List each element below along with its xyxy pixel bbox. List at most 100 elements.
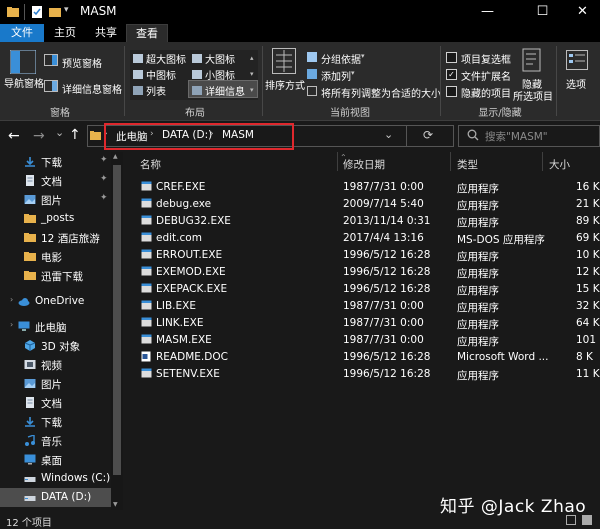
sidebar-item-下载[interactable]: 下载 xyxy=(0,412,123,431)
properties-icon[interactable] xyxy=(30,5,44,19)
add-columns-button[interactable]: 添加列 xyxy=(321,68,351,83)
sidebar-item-迅雷下载[interactable]: 迅雷下载 xyxy=(0,266,123,285)
quick-access-dropdown-icon[interactable]: ▾ xyxy=(64,5,69,15)
table-row[interactable]: edit.com 2017/4/4 13:16 MS-DOS 应用程序 69 K xyxy=(123,230,600,247)
sidebar-item-windows-c-[interactable]: Windows (C:) xyxy=(0,469,123,488)
sidebar-item-文档[interactable]: 文档 ✦ xyxy=(0,171,123,190)
tab-view[interactable]: 查看 xyxy=(126,24,168,42)
item-checkboxes-checkbox[interactable] xyxy=(446,52,457,63)
sidebar-item-桌面[interactable]: 桌面 xyxy=(0,450,123,469)
up-icon[interactable]: ↑ xyxy=(69,127,81,143)
table-row[interactable]: SETENV.EXE 1996/5/12 16:28 应用程序 11 K xyxy=(123,366,600,383)
table-row[interactable]: EXEMOD.EXE 1996/5/12 16:28 应用程序 12 K xyxy=(123,264,600,281)
recent-locations-icon[interactable]: ⌄ xyxy=(55,126,64,139)
application-icon xyxy=(141,215,152,225)
sidebar-item-下载[interactable]: 下载 ✦ xyxy=(0,152,123,171)
table-row[interactable]: EXEPACK.EXE 1996/5/12 16:28 应用程序 15 K xyxy=(123,281,600,298)
sidebar-item-data-d-[interactable]: DATA (D:) xyxy=(0,488,123,507)
file-extensions-checkbox[interactable]: ✓ xyxy=(446,69,457,80)
column-header-type[interactable]: 类型 xyxy=(457,157,478,172)
preview-pane-button[interactable]: 预览窗格 xyxy=(62,55,102,70)
sidebar-item--posts[interactable]: _posts xyxy=(0,209,123,228)
add-columns-dropdown-icon[interactable]: ▾ xyxy=(351,69,355,77)
folder-icon[interactable] xyxy=(6,5,20,19)
sidebar-item-文档[interactable]: 文档 xyxy=(0,393,123,412)
scroll-down-icon[interactable]: ▼ xyxy=(113,501,118,508)
search-box[interactable]: 搜索"MASM" xyxy=(458,125,600,147)
tab-home[interactable]: 主页 xyxy=(46,24,84,42)
file-name: LINK.EXE xyxy=(156,317,204,329)
table-row[interactable]: CREF.EXE 1987/7/31 0:00 应用程序 16 K xyxy=(123,179,600,196)
refresh-icon[interactable]: ⟳ xyxy=(423,128,433,142)
column-header-size[interactable]: 大小 xyxy=(549,157,570,172)
table-row[interactable]: LIB.EXE 1987/7/31 0:00 应用程序 32 K xyxy=(123,298,600,315)
sidebar-item-3d-对象[interactable]: 3D 对象 xyxy=(0,336,123,355)
hidden-items-checkbox[interactable] xyxy=(446,86,457,97)
sidebar-item-图片[interactable]: 图片 xyxy=(0,374,123,393)
sidebar-item-电影[interactable]: 电影 xyxy=(0,247,123,266)
table-row[interactable]: debug.exe 2009/7/14 5:40 应用程序 21 K xyxy=(123,196,600,213)
tab-share[interactable]: 共享 xyxy=(86,24,126,42)
large-icons-option[interactable]: 大图标 xyxy=(205,51,235,66)
details-option[interactable]: 详细信息 xyxy=(205,83,245,98)
column-header-date[interactable]: 修改日期 xyxy=(343,157,385,172)
details-pane-icon xyxy=(44,80,58,92)
file-date: 1987/7/31 0:00 xyxy=(343,181,424,193)
group-by-dropdown-icon[interactable]: ▾ xyxy=(361,52,365,60)
sidebar-item-label: 桌面 xyxy=(41,455,62,467)
scroll-up-icon[interactable]: ▲ xyxy=(113,153,118,160)
table-row[interactable]: README.DOC 1996/5/12 16:28 Microsoft Word … xyxy=(123,349,600,366)
maximize-button[interactable]: ☐ xyxy=(520,0,565,24)
group-by-button[interactable]: 分组依据 xyxy=(321,51,361,66)
nav-pane-icon xyxy=(9,49,37,77)
address-dropdown-icon[interactable]: ⌄ xyxy=(384,128,393,141)
size-all-columns-button[interactable]: 将所有列调整为合适的大小 xyxy=(321,85,441,100)
desktop-icon xyxy=(24,454,36,465)
application-icon xyxy=(141,300,152,310)
nav-pane-button[interactable]: 导航窗格 xyxy=(4,75,44,90)
back-icon[interactable]: ← xyxy=(8,128,20,144)
file-type: 应用程序 xyxy=(457,268,499,280)
sidebar-item-此电脑[interactable]: › 此电脑 xyxy=(0,317,123,336)
new-folder-icon[interactable] xyxy=(48,5,62,19)
column-divider[interactable] xyxy=(450,152,451,171)
table-row[interactable]: MASM.EXE 1987/7/31 0:00 应用程序 101 K xyxy=(123,332,600,349)
pin-icon[interactable]: ✦ xyxy=(100,155,108,165)
document-icon xyxy=(24,397,36,408)
options-button[interactable]: 选项 xyxy=(566,76,586,91)
table-row[interactable]: DEBUG32.EXE 2013/11/14 0:31 应用程序 89 K xyxy=(123,213,600,230)
tab-file[interactable]: 文件 xyxy=(0,24,44,42)
table-row[interactable]: LINK.EXE 1987/7/31 0:00 应用程序 64 K xyxy=(123,315,600,332)
expand-chevron-icon[interactable]: › xyxy=(10,320,13,329)
sidebar-item-音乐[interactable]: 音乐 xyxy=(0,431,123,450)
minimize-button[interactable]: — xyxy=(465,0,510,24)
details-pane-button[interactable]: 详细信息窗格 xyxy=(62,81,122,96)
sidebar-scroll-thumb[interactable] xyxy=(113,165,121,475)
expand-chevron-icon[interactable]: › xyxy=(10,295,13,304)
divider xyxy=(440,46,441,116)
sidebar-item-label: DATA (D:) xyxy=(41,491,92,503)
pin-icon[interactable]: ✦ xyxy=(100,174,108,184)
forward-icon[interactable]: → xyxy=(33,128,45,144)
sidebar-item-label: 下载 xyxy=(41,417,62,429)
sidebar-item-图片[interactable]: 图片 ✦ xyxy=(0,190,123,209)
sidebar-item-视频[interactable]: 视频 xyxy=(0,355,123,374)
column-divider[interactable] xyxy=(337,152,338,171)
sort-by-button[interactable]: 排序方式 xyxy=(265,77,305,92)
xl-icons-option[interactable]: 超大图标 xyxy=(146,51,186,66)
cloud-icon xyxy=(18,296,30,307)
table-row[interactable]: ERROUT.EXE 1996/5/12 16:28 应用程序 10 K xyxy=(123,247,600,264)
column-header-name[interactable]: 名称 xyxy=(140,157,161,172)
file-size: 89 K xyxy=(576,215,600,227)
list-option[interactable]: 列表 xyxy=(146,83,166,98)
column-divider[interactable] xyxy=(542,152,543,171)
sidebar-item-12-酒店旅游[interactable]: 12 酒店旅游 xyxy=(0,228,123,247)
file-date: 1987/7/31 0:00 xyxy=(343,334,424,346)
close-button[interactable]: ✕ xyxy=(560,0,600,24)
gallery-scroll[interactable]: ▴ ▾ ▾ xyxy=(250,50,258,100)
sidebar-item-onedrive[interactable]: › OneDrive xyxy=(0,292,123,311)
sidebar-item-label: 迅雷下载 xyxy=(41,271,83,283)
medium-icons-option[interactable]: 中图标 xyxy=(146,67,176,82)
pin-icon[interactable]: ✦ xyxy=(100,193,108,203)
sidebar-item-label: 3D 对象 xyxy=(41,341,81,353)
